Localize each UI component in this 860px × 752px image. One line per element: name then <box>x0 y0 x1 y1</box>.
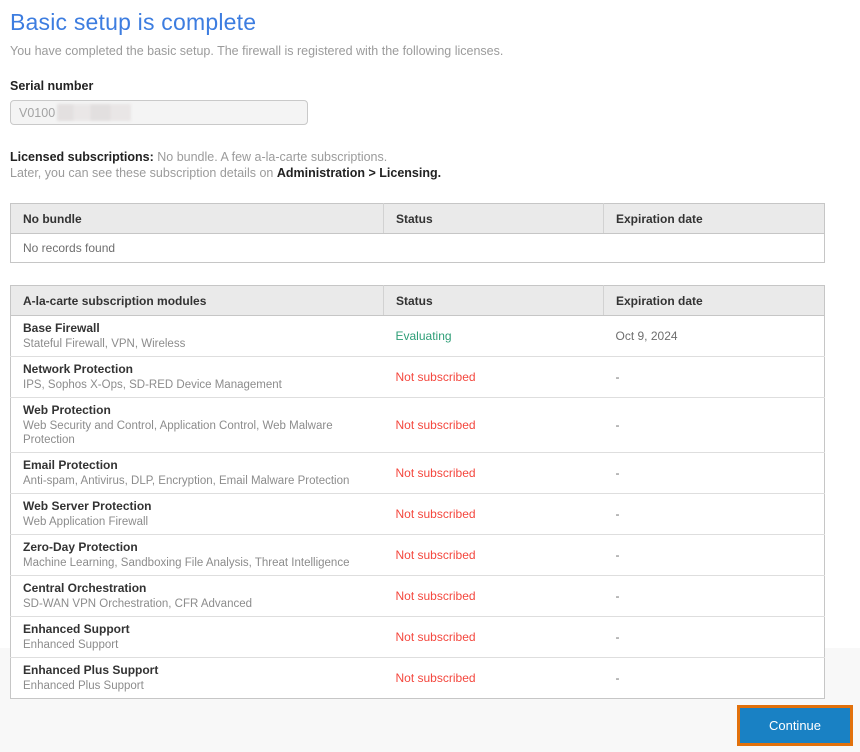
module-expiration-date: - <box>604 453 825 494</box>
module-status: Not subscribed <box>396 466 476 480</box>
no-records-found-text: No records found <box>11 234 825 263</box>
page-subtitle: You have completed the basic setup. The … <box>10 44 850 58</box>
module-description: Web Application Firewall <box>23 515 372 529</box>
bundle-table-empty-row: No records found <box>11 234 825 263</box>
subscription-row: Enhanced Plus Support Enhanced Plus Suppo… <box>11 658 825 699</box>
subscription-row: Central Orchestration SD-WAN VPN Orchestr… <box>11 576 825 617</box>
bundle-table-header-status: Status <box>384 204 604 234</box>
bundle-table: No bundle Status Expiration date No reco… <box>10 203 825 263</box>
note-line-2: Later, you can see these subscription de… <box>10 165 850 181</box>
module-description: Enhanced Support <box>23 638 372 652</box>
module-status: Not subscribed <box>396 630 476 644</box>
module-expiration-date: - <box>604 576 825 617</box>
module-expiration-date: - <box>604 494 825 535</box>
note-line-1: Licensed subscriptions: No bundle. A few… <box>10 149 850 165</box>
subscription-row: Web Protection Web Security and Control, … <box>11 398 825 453</box>
subscription-row: Zero-Day Protection Machine Learning, San… <box>11 535 825 576</box>
module-name: Email Protection <box>23 458 372 472</box>
alacarte-table: A-la-carte subscription modules Status E… <box>10 285 825 699</box>
module-expiration-date: - <box>604 658 825 699</box>
module-status: Not subscribed <box>396 589 476 603</box>
module-status: Not subscribed <box>396 548 476 562</box>
subscription-row: Enhanced Support Enhanced Support Not subs… <box>11 617 825 658</box>
bundle-table-header-expiration: Expiration date <box>604 204 825 234</box>
module-name: Zero-Day Protection <box>23 540 372 554</box>
serial-number-input[interactable] <box>10 100 308 125</box>
module-status: Evaluating <box>396 329 452 343</box>
module-expiration-date: - <box>604 398 825 453</box>
subscription-row: Network Protection IPS, Sophos X-Ops, SD-… <box>11 357 825 398</box>
serial-number-label: Serial number <box>10 79 850 93</box>
module-status: Not subscribed <box>396 370 476 384</box>
alacarte-table-header-modules: A-la-carte subscription modules <box>11 286 384 316</box>
module-expiration-date: - <box>604 535 825 576</box>
note-bold-lead: Licensed subscriptions: <box>10 150 154 164</box>
alacarte-table-header-row: A-la-carte subscription modules Status E… <box>11 286 825 316</box>
module-name: Network Protection <box>23 362 372 376</box>
module-description: Anti-spam, Antivirus, DLP, Encryption, E… <box>23 474 372 488</box>
licensed-subscriptions-note: Licensed subscriptions: No bundle. A few… <box>10 149 850 181</box>
module-name: Enhanced Support <box>23 622 372 636</box>
alacarte-table-body: Base Firewall Stateful Firewall, VPN, Wir… <box>11 316 825 699</box>
subscription-row: Web Server Protection Web Application Fir… <box>11 494 825 535</box>
module-status: Not subscribed <box>396 507 476 521</box>
alacarte-table-header-status: Status <box>384 286 604 316</box>
module-expiration-date: - <box>604 617 825 658</box>
note-line2-bold: Administration > Licensing. <box>277 166 441 180</box>
module-name: Web Server Protection <box>23 499 372 513</box>
note-rest: No bundle. A few a-la-carte subscription… <box>154 150 387 164</box>
module-status: Not subscribed <box>396 671 476 685</box>
alacarte-table-header-expiration: Expiration date <box>604 286 825 316</box>
note-line2-prefix: Later, you can see these subscription de… <box>10 166 277 180</box>
module-description: SD-WAN VPN Orchestration, CFR Advanced <box>23 597 372 611</box>
bundle-table-header-row: No bundle Status Expiration date <box>11 204 825 234</box>
page-title: Basic setup is complete <box>10 0 850 35</box>
module-description: Machine Learning, Sandboxing File Analys… <box>23 556 372 570</box>
module-description: Stateful Firewall, VPN, Wireless <box>23 337 372 351</box>
module-name: Enhanced Plus Support <box>23 663 372 677</box>
setup-complete-page: Basic setup is complete You have complet… <box>0 0 860 699</box>
module-expiration-date: Oct 9, 2024 <box>604 316 825 357</box>
module-expiration-date: - <box>604 357 825 398</box>
subscription-row: Email Protection Anti-spam, Antivirus, DL… <box>11 453 825 494</box>
module-description: Web Security and Control, Application Co… <box>23 419 372 447</box>
module-name: Base Firewall <box>23 321 372 335</box>
module-name: Web Protection <box>23 403 372 417</box>
continue-button[interactable]: Continue <box>737 705 853 746</box>
module-description: Enhanced Plus Support <box>23 679 372 693</box>
serial-number-field-wrap <box>10 100 308 125</box>
subscription-row: Base Firewall Stateful Firewall, VPN, Wir… <box>11 316 825 357</box>
module-name: Central Orchestration <box>23 581 372 595</box>
module-description: IPS, Sophos X-Ops, SD-RED Device Managem… <box>23 378 372 392</box>
module-status: Not subscribed <box>396 418 476 432</box>
bundle-table-header-name: No bundle <box>11 204 384 234</box>
